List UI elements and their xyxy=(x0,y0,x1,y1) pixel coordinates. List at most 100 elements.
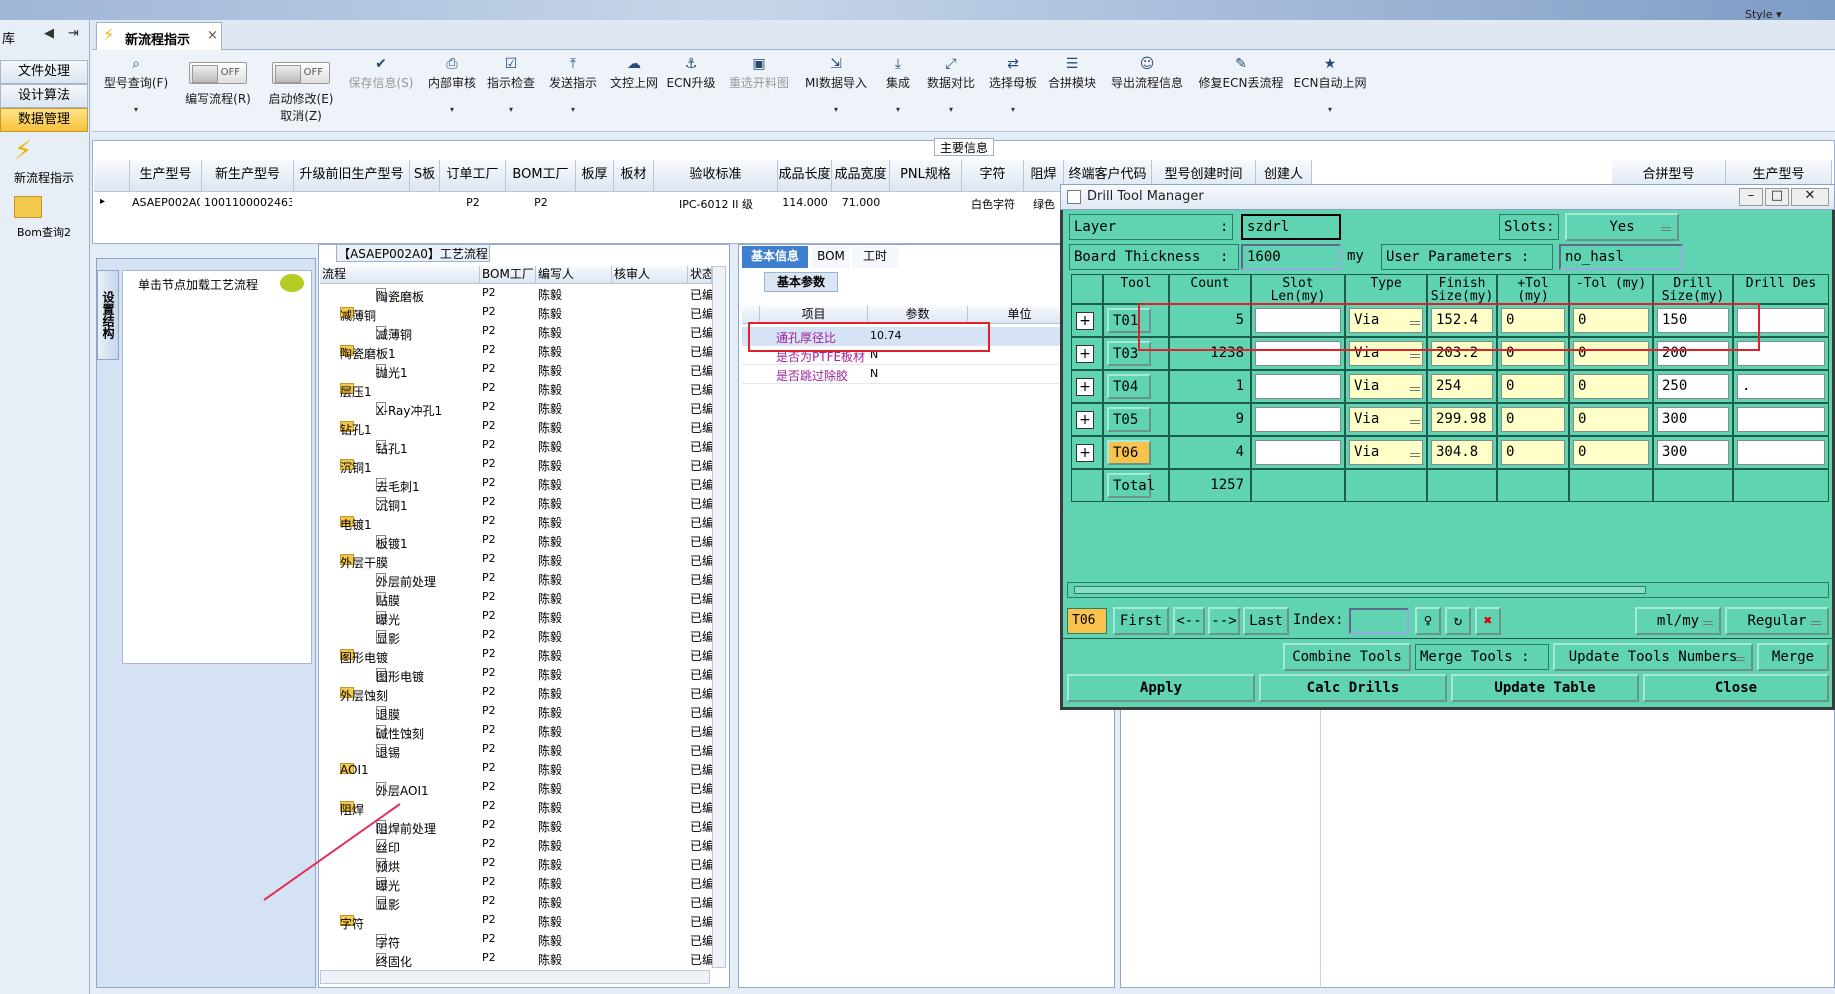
toolbar-item-14[interactable]: ☰ 合拼模块 xyxy=(1046,56,1098,91)
tool-button[interactable]: T05 xyxy=(1107,407,1151,432)
tree-row[interactable]: −外层蚀刻P2陈毅已编 xyxy=(320,683,727,703)
tree-row[interactable]: 显影 P2 陈毅 已编 xyxy=(320,626,727,646)
process-hscroll[interactable] xyxy=(320,970,710,984)
ntol-cell[interactable]: 0 xyxy=(1569,436,1653,469)
next-button[interactable]: --> xyxy=(1208,607,1240,635)
des-cell[interactable] xyxy=(1733,403,1829,436)
refresh-icon[interactable]: ↻ xyxy=(1445,607,1471,635)
chevron-down-icon[interactable]: ▾ xyxy=(98,105,174,114)
ntol-cell[interactable]: 0 xyxy=(1569,370,1653,403)
bulb-icon[interactable]: ♀ xyxy=(1415,607,1441,635)
row-expander[interactable]: + xyxy=(1071,370,1103,403)
slot-cell[interactable] xyxy=(1251,370,1345,403)
chevron-down-icon[interactable]: ▾ xyxy=(922,105,980,114)
slot-cell[interactable] xyxy=(1251,403,1345,436)
toolbar-item-11[interactable]: ⤓ 集成 ▾ xyxy=(878,56,918,114)
delete-icon[interactable]: ✖ xyxy=(1475,607,1501,635)
tree-row[interactable]: −减薄铜P2陈毅已编 xyxy=(320,303,727,323)
plus-icon[interactable]: + xyxy=(1076,378,1094,396)
type-cell[interactable]: Via xyxy=(1345,370,1427,403)
finish-cell[interactable]: 254 xyxy=(1427,370,1497,403)
drill-cell[interactable]: 300 xyxy=(1653,436,1733,469)
ptol-input[interactable]: 0 xyxy=(1501,407,1565,432)
tree-row[interactable]: 曝光 P2 陈毅 已编 xyxy=(320,607,727,627)
param-row[interactable]: 是否跳过除胶 N xyxy=(742,365,1072,384)
tree-row[interactable]: 终固化 P2 陈毅 已编 xyxy=(320,949,727,969)
toolbar-item-15[interactable]: ☺ 导出流程信息 xyxy=(1102,56,1192,91)
tree-row[interactable]: 外层前处理 P2 陈毅 已编 xyxy=(320,569,727,589)
apply-button[interactable]: Apply xyxy=(1067,674,1255,702)
des-cell[interactable]: . xyxy=(1733,370,1829,403)
toolbar-item-8[interactable]: ⚓ ECN升级 xyxy=(664,56,718,91)
plus-icon[interactable]: + xyxy=(1076,444,1094,462)
chevron-down-icon[interactable]: ▾ xyxy=(482,105,540,114)
tree-row[interactable]: 碱性蚀刻 P2 陈毅 已编 xyxy=(320,721,727,741)
merge-button[interactable]: Merge xyxy=(1757,643,1829,671)
ntol-cell[interactable]: 0 xyxy=(1569,403,1653,436)
tree-row[interactable]: 陶瓷磨板 P2 陈毅 已编 xyxy=(320,284,727,304)
ptol-input[interactable]: 0 xyxy=(1501,440,1565,465)
tree-row[interactable]: 字符 P2 陈毅 已编 xyxy=(320,930,727,950)
toolbar-item-10[interactable]: ⇲ MI数据导入 ▾ xyxy=(798,56,874,114)
finish-input[interactable]: 304.8 xyxy=(1431,440,1493,465)
app-bom-query[interactable]: Bom查询2 xyxy=(0,224,88,240)
row-expander[interactable]: + xyxy=(1071,304,1103,337)
toolbar-item-0[interactable]: ⌕ 型号查询(F) ▾ xyxy=(98,56,174,114)
tree-row[interactable]: −沉铜1P2陈毅已编 xyxy=(320,455,727,475)
type-cell[interactable]: Via xyxy=(1345,436,1427,469)
tree-row[interactable]: 减薄铜 P2 陈毅 已编 xyxy=(320,322,727,342)
chevron-down-icon[interactable] xyxy=(1410,452,1420,457)
tree-row[interactable]: 抛光1 P2 陈毅 已编 xyxy=(320,360,727,380)
slot-input[interactable] xyxy=(1255,374,1341,399)
logout-icon[interactable]: ⇥ xyxy=(68,26,79,41)
tree-row[interactable]: 沉铜1 P2 陈毅 已编 xyxy=(320,493,727,513)
tree-row[interactable]: 板镀1 P2 陈毅 已编 xyxy=(320,531,727,551)
layer-input[interactable]: szdrl xyxy=(1241,214,1341,240)
plus-icon[interactable]: + xyxy=(1076,411,1094,429)
des-cell[interactable] xyxy=(1733,436,1829,469)
toolbar-item-9[interactable]: ▣ 重选开料图 xyxy=(722,56,796,91)
ntol-input[interactable]: 0 xyxy=(1573,374,1649,399)
chevron-down-icon[interactable] xyxy=(1410,353,1420,358)
folder-icon[interactable] xyxy=(14,196,42,218)
thickness-input[interactable]: 1600 xyxy=(1241,244,1341,270)
ptol-input[interactable]: 0 xyxy=(1501,374,1565,399)
app-new-process[interactable]: 新流程指示 xyxy=(0,169,88,186)
slot-cell[interactable] xyxy=(1251,436,1345,469)
nav-file-processing[interactable]: 文件处理 xyxy=(0,60,88,84)
des-input[interactable] xyxy=(1737,407,1825,432)
maximize-icon[interactable]: □ xyxy=(1765,188,1789,206)
ptol-cell[interactable]: 0 xyxy=(1497,370,1569,403)
toolbar-item-5[interactable]: ☑ 指示检查 ▾ xyxy=(482,56,540,114)
type-cell[interactable]: Via xyxy=(1345,403,1427,436)
drill-cell[interactable]: 300 xyxy=(1653,403,1733,436)
tree-row[interactable]: 退膜 P2 陈毅 已编 xyxy=(320,702,727,722)
tree-row[interactable]: −AOI1P2陈毅已编 xyxy=(320,759,727,778)
toolbar-item-13[interactable]: ⇄ 选择母板 ▾ xyxy=(984,56,1042,114)
index-input[interactable] xyxy=(1349,608,1409,634)
toolbar-item-3[interactable]: ✔ 保存信息(S) xyxy=(342,56,420,91)
toggle-switch[interactable]: OFF xyxy=(272,62,330,84)
combine-tools-button[interactable]: Combine Tools xyxy=(1283,643,1411,671)
first-button[interactable]: First xyxy=(1113,607,1169,635)
tool-button[interactable]: T06 xyxy=(1107,440,1151,465)
row-expander[interactable]: + xyxy=(1071,436,1103,469)
back-icon[interactable]: ◀ xyxy=(44,26,54,41)
tree-row[interactable]: −图形电镀P2陈毅已编 xyxy=(320,645,727,665)
tool-cell[interactable]: T05 xyxy=(1103,403,1169,436)
basic-subtab[interactable]: 基本参数 xyxy=(764,272,838,292)
des-input[interactable] xyxy=(1737,440,1825,465)
minimize-icon[interactable]: – xyxy=(1739,188,1763,206)
slot-input[interactable] xyxy=(1255,407,1341,432)
plus-icon[interactable]: + xyxy=(1076,345,1094,363)
tree-row[interactable]: 贴膜 P2 陈毅 已编 xyxy=(320,588,727,608)
toolbar-item-16[interactable]: ✎ 修复ECN丢流程 xyxy=(1196,56,1286,91)
toolbar-item-17[interactable]: ★ ECN自动上网 ▾ xyxy=(1290,56,1370,114)
finish-cell[interactable]: 304.8 xyxy=(1427,436,1497,469)
close-button[interactable]: Close xyxy=(1643,674,1829,702)
tree-row[interactable]: −陶瓷磨板1P2陈毅已编 xyxy=(320,341,727,361)
chevron-down-icon[interactable]: ▾ xyxy=(878,105,918,114)
nav-design-algorithm[interactable]: 设计算法 xyxy=(0,84,88,108)
nav-data-management[interactable]: 数据管理 xyxy=(0,108,88,132)
row-expander[interactable]: + xyxy=(1071,337,1103,370)
